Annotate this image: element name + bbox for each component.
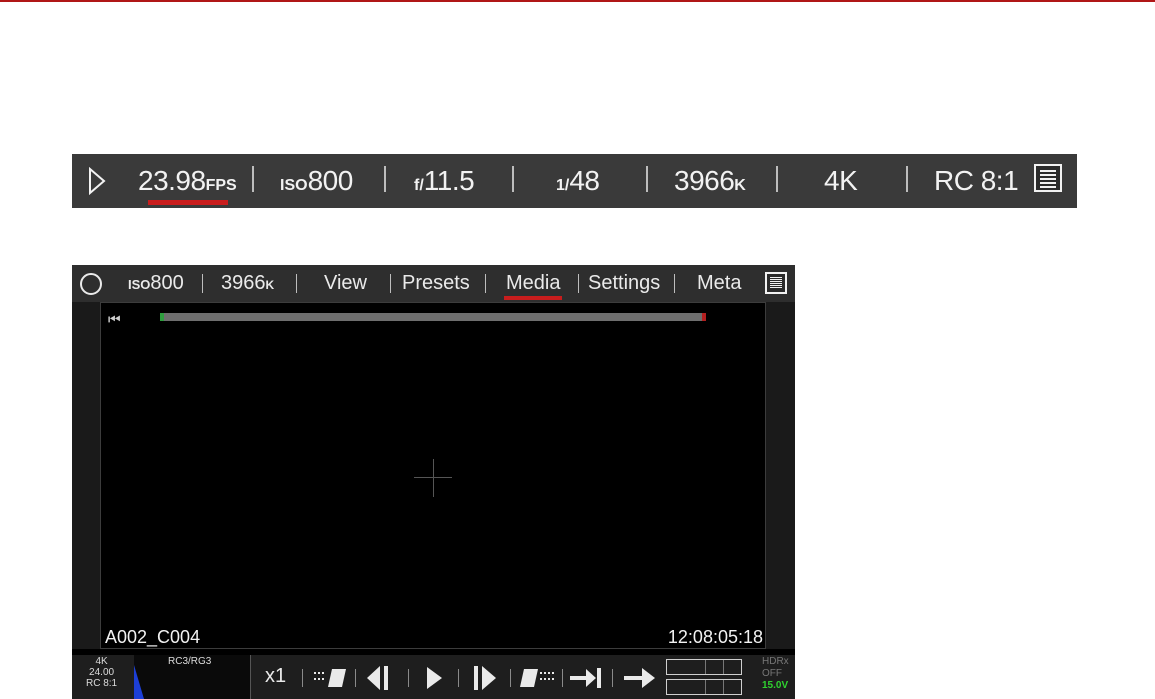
format-info: 4K 24.00 RC 8:1 — [86, 656, 117, 689]
skip-to-start-icon[interactable]: ⏮ — [108, 311, 121, 328]
audio-meter — [666, 679, 742, 695]
mark-out-icon[interactable] — [516, 663, 556, 691]
fps-label: 24.00 — [89, 667, 115, 678]
play-outline-icon[interactable] — [88, 167, 106, 195]
in-marker — [160, 313, 164, 321]
kelvin-value: 3966 — [674, 165, 735, 196]
left-gutter — [72, 302, 100, 649]
separator — [646, 166, 648, 192]
separator — [458, 669, 459, 687]
fstop-label: f/ — [414, 177, 424, 194]
separator — [355, 669, 356, 687]
kelvin-unit: K — [734, 177, 746, 194]
separator — [296, 274, 297, 293]
iso-label: ISO — [128, 277, 151, 292]
fstop-readout[interactable]: f/11.5 — [414, 164, 475, 203]
separator — [302, 669, 303, 687]
header-rule — [0, 0, 1155, 2]
iso-readout[interactable]: ISO800 — [280, 164, 353, 203]
iso-value: 800 — [150, 272, 184, 294]
separator — [408, 669, 409, 687]
separator — [510, 669, 511, 687]
battery-voltage: 15.0V — [762, 680, 789, 691]
fps-unit: FPS — [205, 177, 237, 194]
fps-readout[interactable]: 23.98FPS — [138, 164, 237, 203]
right-gutter — [766, 302, 795, 649]
play-icon[interactable] — [422, 663, 446, 693]
separator — [202, 274, 203, 293]
iso-readout[interactable]: ISO800 — [128, 271, 184, 297]
shutter-readout[interactable]: 1/48 — [556, 164, 600, 203]
tab-settings[interactable]: Settings — [588, 271, 660, 295]
shutter-value: 48 — [569, 165, 600, 196]
center-crosshair — [433, 459, 434, 497]
next-clip-arrow-icon[interactable] — [622, 663, 658, 693]
kelvin-readout[interactable]: 3966K — [221, 271, 274, 297]
fps-value: 23.98 — [138, 165, 206, 196]
separator — [512, 166, 514, 192]
out-marker — [702, 313, 706, 321]
separator — [384, 166, 386, 192]
kelvin-value: 3966 — [221, 272, 266, 294]
hdrx-state: OFF — [762, 668, 782, 679]
record-circle-icon[interactable] — [80, 273, 102, 295]
separator — [906, 166, 908, 192]
shutter-label: 1/ — [556, 177, 570, 194]
monitor-view: ISO800 3966K View Presets Media Settings… — [72, 265, 795, 699]
menu-list-icon[interactable] — [765, 272, 787, 294]
separator — [252, 166, 254, 192]
resolution-readout[interactable]: 4K — [824, 164, 858, 198]
histogram-data — [134, 665, 144, 699]
mark-in-icon[interactable] — [312, 663, 348, 691]
playback-speed[interactable]: x1 — [265, 665, 286, 688]
active-underline — [148, 200, 228, 205]
hdrx-label: HDRx — [762, 656, 789, 667]
clip-name: A002_C004 — [105, 627, 201, 647]
audio-meter — [666, 659, 742, 675]
fstop-value: 11.5 — [423, 165, 475, 196]
separator — [674, 274, 675, 293]
hdrx-status: HDRx OFF 15.0V — [762, 656, 789, 692]
camera-status-bar: 23.98FPS ISO800 f/11.5 1/48 3966K 4K RC … — [72, 154, 1077, 208]
step-back-icon[interactable] — [364, 663, 394, 693]
tab-view[interactable]: View — [324, 271, 367, 295]
separator — [578, 274, 579, 293]
step-forward-icon[interactable] — [470, 663, 500, 693]
separator — [485, 274, 486, 293]
compression-label: RC 8:1 — [86, 678, 118, 689]
kelvin-readout[interactable]: 3966K — [674, 164, 746, 203]
tab-media[interactable]: Media — [506, 271, 560, 295]
tab-presets[interactable]: Presets — [402, 271, 470, 295]
active-tab-underline — [504, 296, 562, 300]
res-label: 4K — [95, 656, 108, 667]
compression-readout[interactable]: RC 8:1 — [934, 164, 1019, 198]
iso-label: ISO — [280, 177, 308, 194]
histogram: RC3/RG3 — [134, 655, 251, 699]
monitor-bottom-bar: 4K 24.00 RC 8:1 RC3/RG3 x1 HDRx OFF 15.0… — [72, 655, 795, 699]
monitor-top-bar: ISO800 3966K View Presets Media Settings… — [72, 265, 795, 302]
histogram-label: RC3/RG3 — [168, 656, 212, 667]
separator — [390, 274, 391, 293]
separator — [776, 166, 778, 192]
menu-list-icon[interactable] — [1034, 164, 1062, 192]
timecode: 12:08:05:18 — [667, 627, 763, 647]
kelvin-unit: K — [265, 278, 275, 292]
audio-meters — [666, 659, 742, 695]
separator — [612, 669, 613, 687]
go-to-end-icon[interactable] — [568, 663, 604, 693]
tab-meta[interactable]: Meta — [697, 271, 741, 295]
separator — [562, 669, 563, 687]
clip-timeline[interactable] — [160, 313, 706, 321]
iso-value: 800 — [307, 165, 354, 196]
